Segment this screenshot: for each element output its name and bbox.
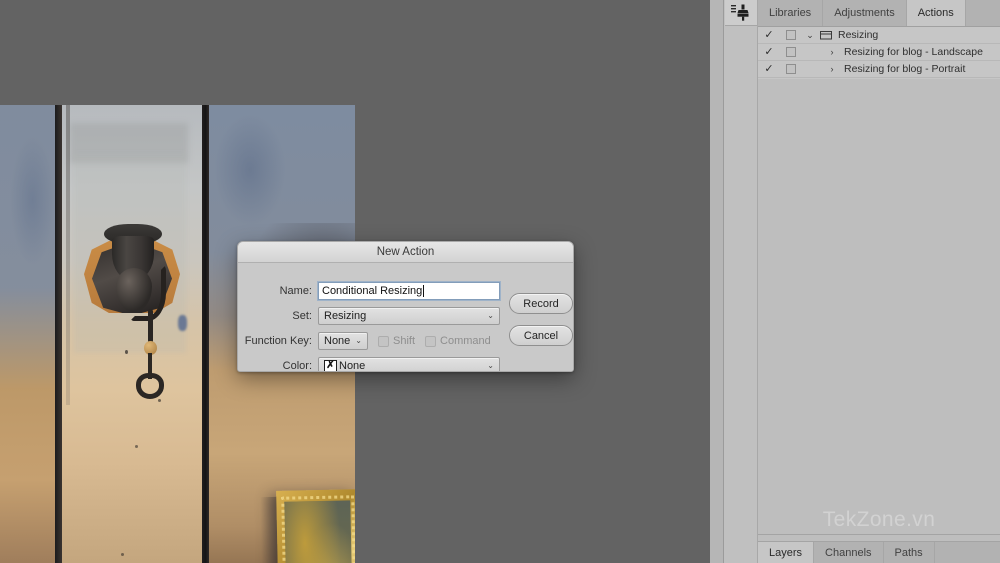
toggle-box-icon (786, 30, 796, 40)
chevron-down-icon: ⌄ (487, 361, 494, 371)
photo-grinder-crank-stem (148, 309, 153, 343)
action-dialog-toggle[interactable] (780, 47, 802, 57)
photo-blue-paint-dab (178, 315, 187, 331)
action-enabled-check[interactable]: ✓ (758, 29, 780, 41)
right-panel-column: Libraries Adjustments Actions ✓ ⌄ Resizi… (758, 0, 1000, 563)
action-name-value: Conditional Resizing (322, 285, 423, 297)
function-key-row: Function Key: None ⌄ Shift Command (238, 332, 491, 350)
set-row: Set: Resizing ⌄ (238, 307, 500, 325)
no-color-icon: ✗ (324, 359, 337, 371)
toggle-box-icon (786, 64, 796, 74)
panel-tab-bar: Libraries Adjustments Actions (758, 0, 1000, 27)
action-name-input[interactable]: Conditional Resizing (317, 281, 501, 301)
photo-gold-frame-beading (281, 495, 355, 563)
action-name: Resizing for blog - Portrait (844, 63, 966, 75)
photo-panel-gap-left (55, 105, 62, 563)
watermark: TekZone.vn (822, 508, 936, 531)
function-key-select[interactable]: None ⌄ (318, 332, 368, 350)
clone-stamp-glyph (731, 4, 749, 21)
new-action-dialog[interactable]: New Action Name: Conditional Resizing Se… (237, 241, 574, 372)
photo-speck (121, 553, 124, 556)
action-name: Resizing for blog - Landscape (844, 46, 983, 58)
collapsed-panel-dock[interactable] (710, 0, 724, 563)
photo-panel-gap-right (202, 105, 209, 563)
table-row[interactable]: ✓ ⌄ Resizing (758, 27, 1000, 44)
action-enabled-check[interactable]: ✓ (758, 63, 780, 75)
chevron-right-icon[interactable]: › (824, 64, 840, 74)
tab-libraries[interactable]: Libraries (758, 0, 824, 26)
table-row[interactable]: ✓ › Resizing for blog - Landscape (758, 44, 1000, 61)
set-value: Resizing (324, 310, 367, 322)
panel-empty-area (758, 79, 1000, 534)
color-value: None (339, 360, 366, 372)
clone-stamp-icon[interactable] (725, 0, 757, 26)
photo-speck (158, 399, 161, 402)
checkbox-icon (425, 335, 437, 347)
bottom-panel-tab-bar: Layers Channels Paths (758, 541, 1000, 563)
tab-channels[interactable]: Channels (814, 542, 884, 563)
photoshop-window: Libraries Adjustments Actions ✓ ⌄ Resizi… (0, 0, 1000, 563)
chevron-down-icon: ⌄ (355, 336, 362, 346)
color-select[interactable]: ✗ None ⌄ (318, 357, 500, 372)
folder-glyph (820, 31, 832, 40)
dialog-titlebar: New Action (238, 242, 573, 263)
command-checkbox[interactable]: Command (425, 335, 491, 347)
cancel-button[interactable]: Cancel (509, 325, 573, 346)
record-button[interactable]: Record (509, 293, 573, 314)
checkbox-icon (378, 335, 389, 347)
color-label: Color: (282, 360, 312, 372)
function-key-label: Function Key: (244, 335, 312, 347)
tool-column (724, 0, 758, 563)
text-caret (423, 285, 425, 297)
dialog-body: Name: Conditional Resizing Set: Resizing… (238, 263, 573, 372)
set-select[interactable]: Resizing ⌄ (318, 307, 500, 325)
action-name: Resizing (838, 29, 879, 41)
panel-divider (758, 534, 1000, 535)
photo-speck (125, 350, 128, 354)
name-row: Name: Conditional Resizing (238, 281, 501, 301)
folder-icon (818, 30, 834, 40)
photo-blue-splotch-right (215, 115, 285, 225)
photo-blue-splotch-left (10, 135, 55, 265)
color-row: Color: ✗ None ⌄ (238, 357, 500, 372)
tab-bar-filler (965, 0, 1000, 26)
actions-list: ✓ ⌄ Resizing ✓ › Resizing for blog - Lan… (758, 27, 1000, 79)
bottom-tab-bar-filler (934, 542, 1000, 563)
action-dialog-toggle[interactable] (780, 64, 802, 74)
shift-label: Shift (393, 335, 416, 347)
action-enabled-check[interactable]: ✓ (758, 46, 780, 58)
dialog-title: New Action (376, 246, 435, 258)
tab-layers[interactable]: Layers (758, 542, 815, 563)
function-key-value: None (324, 335, 351, 347)
command-label: Command (440, 335, 491, 347)
action-dialog-toggle[interactable] (780, 30, 802, 40)
tab-paths[interactable]: Paths (883, 542, 935, 563)
table-row[interactable]: ✓ › Resizing for blog - Portrait (758, 61, 1000, 78)
tab-adjustments[interactable]: Adjustments (823, 0, 907, 26)
shift-checkbox[interactable]: Shift (378, 335, 415, 347)
photo-wall-seam (66, 105, 70, 405)
chevron-down-icon: ⌄ (487, 311, 494, 321)
photo-speck (135, 445, 138, 448)
tab-actions[interactable]: Actions (906, 0, 966, 26)
photo-grinder-hook-ring (136, 373, 164, 399)
toggle-box-icon (786, 47, 796, 57)
chevron-right-icon[interactable]: › (824, 47, 840, 57)
chevron-down-icon[interactable]: ⌄ (802, 30, 818, 41)
set-label: Set: (292, 310, 312, 322)
name-label: Name: (279, 285, 312, 297)
